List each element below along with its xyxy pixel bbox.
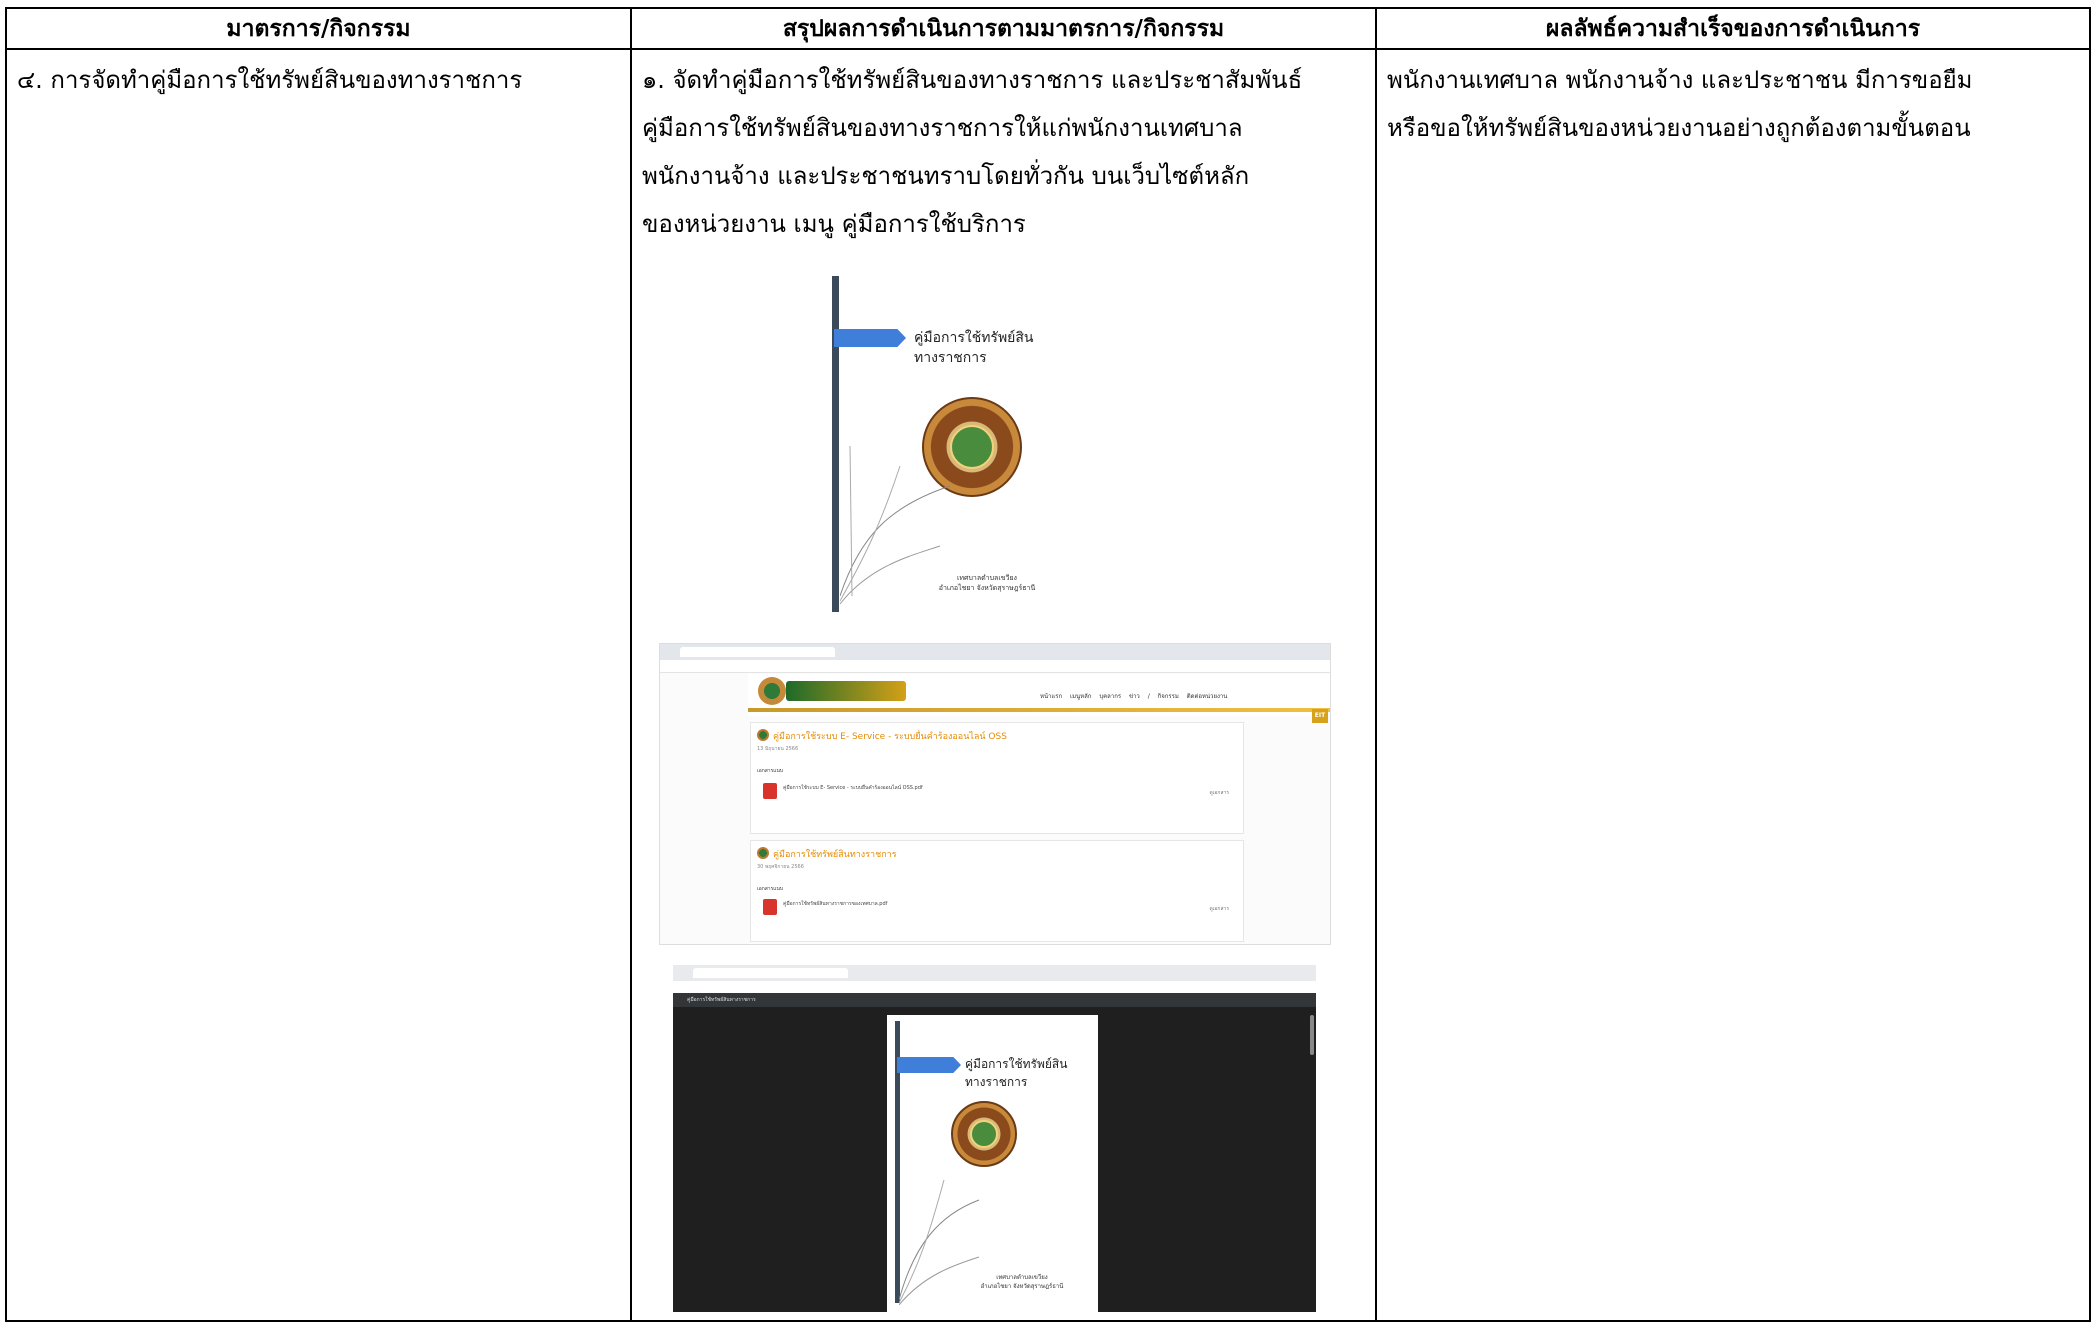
header-result: ผลลัพธ์ความสำเร็จของการดำเนินการ xyxy=(1375,7,2091,50)
result-cell: พนักงานเทศบาล พนักงานจ้าง และประชาชน มีก… xyxy=(1375,48,2091,1322)
post-card: คู่มือการใช้ทรัพย์สินทางราชการ 30 พฤศจิก… xyxy=(750,840,1244,942)
pdf-file-icon xyxy=(763,899,777,915)
post-title: คู่มือการใช้ระบบ E- Service - ระบบยื่นคำ… xyxy=(773,732,1007,742)
cover-tag xyxy=(897,1057,961,1073)
cover-title: คู่มือการใช้ทรัพย์สิน ทางราชการ xyxy=(965,1055,1067,1091)
cover-title-line: คู่มือการใช้ทรัพย์สิน xyxy=(965,1057,1068,1071)
browser-tab xyxy=(693,968,773,978)
post-title: คู่มือการใช้ทรัพย์สินทางราชการ xyxy=(773,850,897,860)
cover-footer-line: เทศบาลตำบลเขวียง xyxy=(957,574,1017,582)
browser-tab xyxy=(680,647,760,657)
attachment-label: เอกสารแนบ xyxy=(757,886,784,892)
browser-tab xyxy=(755,647,835,657)
site-nav: หน้าแรก เมนูหลัก บุคลากร ข่าว / กิจกรรม … xyxy=(1040,693,1228,700)
pdf-toolbar: คู่มือการใช้ทรัพย์สินทางราชการ xyxy=(673,993,1316,1007)
post-date: 13 มิถุนายน 2566 xyxy=(757,746,799,752)
browser-address-bar xyxy=(660,660,1330,673)
result-text: พนักงานเทศบาล พนักงานจ้าง และประชาชน มีก… xyxy=(1377,50,2089,152)
cover-footer-line: อำเภอไชยา จังหวัดสุราษฎร์ธานี xyxy=(980,1283,1064,1290)
header-measure: มาตรการ/กิจกรรม xyxy=(5,7,632,50)
summary-line: ๑. จัดทำคู่มือการใช้ทรัพย์สินของทางราชกา… xyxy=(642,66,1303,94)
browser-tab xyxy=(768,968,848,978)
cover-title: คู่มือการใช้ทรัพย์สิน ทางราชการ xyxy=(914,328,1034,368)
pdf-scrollbar[interactable] xyxy=(1310,1015,1314,1055)
cover-tag xyxy=(834,329,906,347)
cover-footer-line: เทศบาลตำบลเขวียง xyxy=(996,1274,1048,1281)
post-card: คู่มือการใช้ระบบ E- Service - ระบบยื่นคำ… xyxy=(750,722,1244,834)
cover-title-line: คู่มือการใช้ทรัพย์สิน xyxy=(914,330,1034,346)
measure-cell: ๔. การจัดทำคู่มือการใช้ทรัพย์สินของทางรา… xyxy=(5,48,632,1322)
cover-side-bar xyxy=(832,276,839,612)
eit-badge: EIT xyxy=(1312,709,1328,723)
summary-line: ของหน่วยงาน เมนู คู่มือการใช้บริการ xyxy=(642,210,1026,238)
attachment-file: คู่มือการใช้ทรัพย์สินทางราชการของเทศบาล.… xyxy=(783,901,888,907)
summary-text: ๑. จัดทำคู่มือการใช้ทรัพย์สินของทางราชกา… xyxy=(632,50,1375,248)
cover-title-line: ทางราชการ xyxy=(965,1075,1028,1089)
cover-title-line: ทางราชการ xyxy=(914,350,987,366)
header-summary: สรุปผลการดำเนินการตามมาตรการ/กิจกรรม xyxy=(630,7,1377,50)
site-name-banner xyxy=(786,681,906,701)
pdf-file-icon xyxy=(763,783,777,799)
attachment-file: คู่มือการใช้ระบบ E- Service - ระบบยื่นคำ… xyxy=(783,785,923,791)
result-line: หรือขอให้ทรัพย์สินของหน่วยงานอย่างถูกต้อ… xyxy=(1387,114,1971,142)
site-logo-icon xyxy=(758,677,786,705)
browser-tabbar xyxy=(660,644,1330,660)
summary-line: พนักงานจ้าง และประชาชนทราบโดยทั่วกัน บนเ… xyxy=(642,162,1250,190)
seal-center xyxy=(970,1120,998,1148)
pdf-page: คู่มือการใช้ทรัพย์สิน ทางราชการ เทศบาลตำ… xyxy=(887,1015,1098,1312)
pdf-viewer-screenshot: คู่มือการใช้ทรัพย์สินทางราชการ คู่มือการ… xyxy=(673,965,1316,1312)
header-row: มาตรการ/กิจกรรม สรุปผลการดำเนินการตามมาต… xyxy=(5,7,2091,50)
cover-footer: เทศบาลตำบลเขวียง อำเภอไชยา จังหวัดสุราษฎ… xyxy=(932,573,1042,593)
cover-footer: เทศบาลตำบลเขวียง อำเภอไชยา จังหวัดสุราษฎ… xyxy=(967,1273,1077,1291)
post-logo-icon xyxy=(757,847,769,859)
measure-text: ๔. การจัดทำคู่มือการใช้ทรัพย์สินของทางรา… xyxy=(17,66,523,94)
cover-footer-line: อำเภอไชยา จังหวัดสุราษฎร์ธานี xyxy=(938,584,1036,592)
summary-line: คู่มือการใช้ทรัพย์สินของทางราชการให้แก่พ… xyxy=(642,114,1243,142)
browser-tabbar xyxy=(673,965,1316,981)
post-logo-icon xyxy=(757,729,769,741)
attachment-label: เอกสารแนบ xyxy=(757,768,784,774)
result-line: พนักงานเทศบาล พนักงานจ้าง และประชาชน มีก… xyxy=(1387,66,1973,94)
manual-cover-image: คู่มือการใช้ทรัพย์สิน ทางราชการ เทศบาลตำ… xyxy=(832,276,1060,612)
site-header-rule xyxy=(748,708,1330,712)
website-screenshot: หน้าแรก เมนูหลัก บุคลากร ข่าว / กิจกรรม … xyxy=(659,643,1331,945)
view-document-link: ดูเอกสาร xyxy=(1209,790,1229,796)
view-document-link: ดูเอกสาร xyxy=(1209,906,1229,912)
post-date: 30 พฤศจิกายน 2566 xyxy=(757,864,804,870)
municipal-seal-icon xyxy=(951,1101,1017,1167)
